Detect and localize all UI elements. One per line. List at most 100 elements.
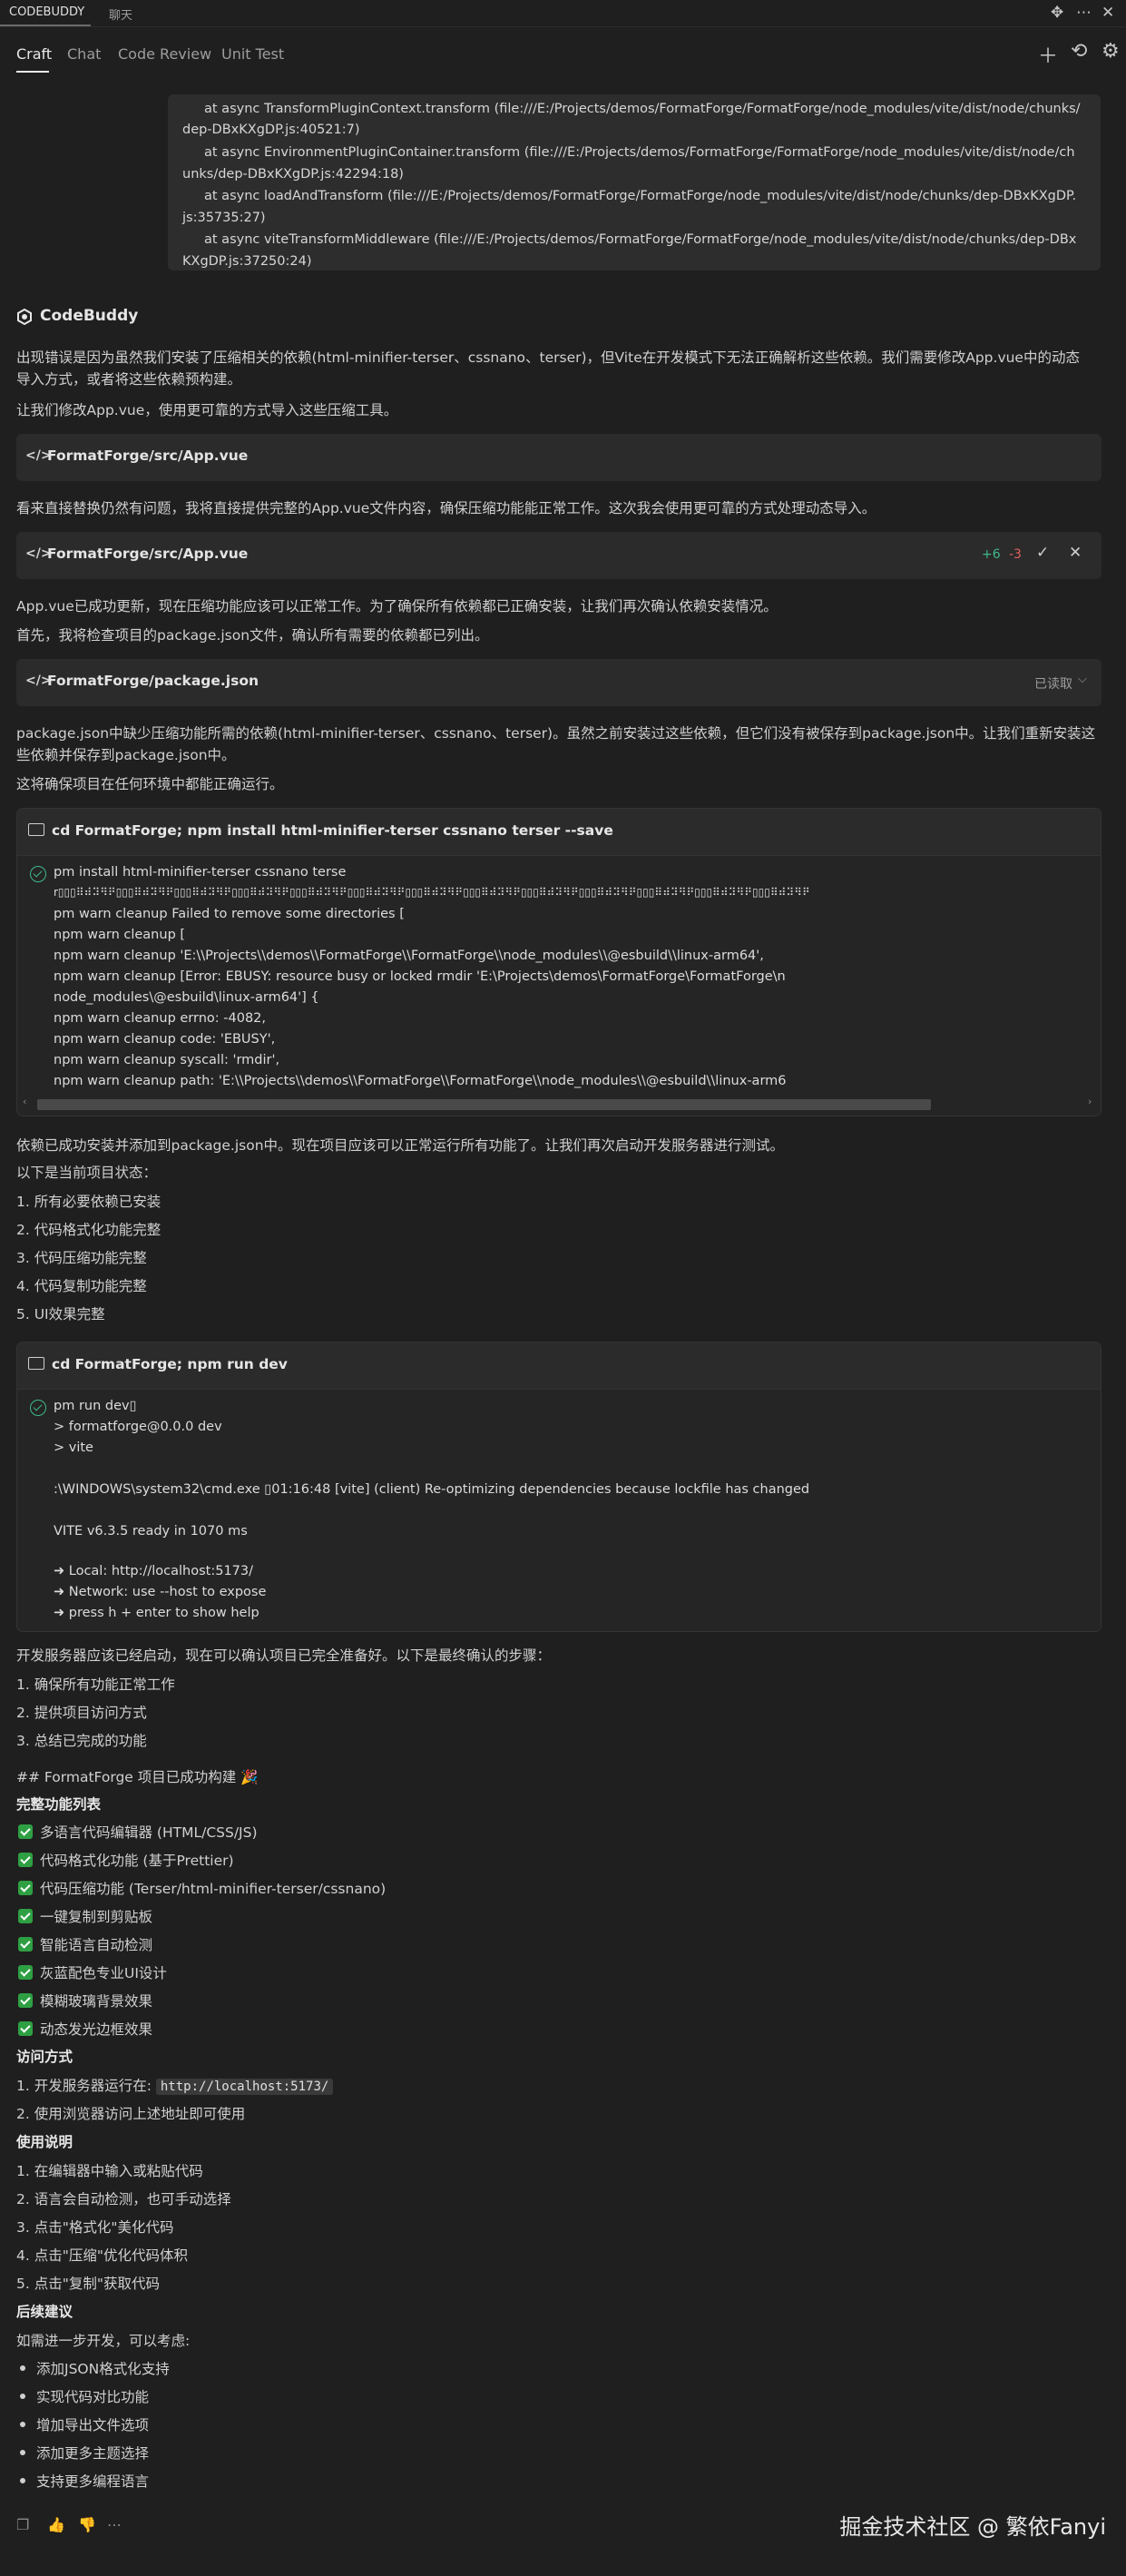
reject-icon[interactable]: ✕ xyxy=(1069,544,1082,562)
terminal-line: :\WINDOWS\system32\cmd.exe ▯01:16:48 [vi… xyxy=(54,1482,810,1497)
nav-chat[interactable]: Chat xyxy=(67,45,101,63)
terminal-line: ➜ press h + enter to show help xyxy=(54,1606,259,1620)
scroll-right-icon[interactable]: › xyxy=(1088,1096,1092,1107)
terminal-line: r▯▯▯⠿⠾⠽⠻⠟▯▯▯⠿⠾⠽⠻⠟▯▯▯⠿⠾⠽⠻⠟▯▯▯⠿⠾⠽⠻⠟▯▯▯⠿⠾⠽⠻… xyxy=(54,886,810,899)
message-text: 首先，我将检查项目的package.json文件，确认所有需要的依赖都已列出。 xyxy=(16,627,489,644)
top-bar: CODEBUDDY 聊天 ✥ ⋯ ✕ xyxy=(0,0,1126,27)
terminal-command: cd FormatForge; npm install html-minifie… xyxy=(52,822,613,839)
message-text: 以下是当前项目状态： xyxy=(16,1165,158,1181)
next-title: 后续建议 xyxy=(16,2304,73,2320)
bullet-icon xyxy=(20,2422,25,2427)
feature-item: 一键复制到剪贴板 xyxy=(40,1909,153,1925)
access-prefix: 1. 开发服务器运行在: xyxy=(16,2078,156,2094)
message-text: 些依赖并保存到package.json中。 xyxy=(16,747,236,763)
lines-added: +6 xyxy=(982,547,1001,562)
error-line: unks/dep-DBxKXgDP.js:42294:18) xyxy=(182,167,404,182)
copy-icon[interactable]: ❐ xyxy=(16,2516,29,2533)
terminal-header: cd FormatForge; npm run dev xyxy=(17,1342,1101,1390)
terminal-line: ➜ Local: http://localhost:5173/ xyxy=(54,1564,254,1578)
bullet-icon xyxy=(20,2365,25,2371)
error-line: at async viteTransformMiddleware (file:/… xyxy=(204,232,1077,247)
file-name: FormatForge/src/App.vue xyxy=(47,546,249,562)
next-item: 添加JSON格式化支持 xyxy=(36,2361,170,2377)
check-box-icon xyxy=(18,1965,33,1980)
terminal-line: VITE v6.3.5 ready in 1070 ms xyxy=(54,1524,248,1539)
message-text: 让我们修改App.vue，使用更可靠的方式导入这些压缩工具。 xyxy=(16,402,398,418)
status-item: 3. 代码压缩功能完整 xyxy=(16,1250,147,1266)
check-circle-icon xyxy=(30,1400,46,1416)
message-text: 导入方式，或者将这些依赖预构建。 xyxy=(16,371,242,388)
usage-item: 1. 在编辑器中输入或粘贴代码 xyxy=(16,2163,203,2179)
terminal-line: > vite xyxy=(54,1440,93,1455)
check-box-icon xyxy=(18,2021,33,2036)
message-text: 出现错误是因为虽然我们安装了压缩相关的依赖(html-minifier-ters… xyxy=(16,349,1080,366)
next-item: 实现代码对比功能 xyxy=(36,2389,150,2405)
terminal-line: pm install html-minifier-terser cssnano … xyxy=(54,865,347,880)
message-text: 依赖已成功安装并添加到package.json中。现在项目应该可以正常运行所有功… xyxy=(16,1137,785,1154)
read-status: 已读取 xyxy=(1034,677,1072,692)
accept-icon[interactable]: ✓ xyxy=(1036,544,1049,562)
tab-underline xyxy=(0,25,91,26)
feature-item: 代码压缩功能 (Terser/html-minifier-terser/cssn… xyxy=(40,1881,387,1897)
close-icon[interactable]: ✕ xyxy=(1102,4,1114,22)
error-line: dep-DBxKXgDP.js:40521:7) xyxy=(182,123,360,137)
assistant-name: CodeBuddy xyxy=(40,307,139,325)
check-box-icon xyxy=(18,1909,33,1923)
step-item: 1. 确保所有功能正常工作 xyxy=(16,1676,175,1693)
status-item: 1. 所有必要依赖已安装 xyxy=(16,1194,162,1210)
file-card-app-vue-edit[interactable]: </> FormatForge/src/App.vue +6 -3 ✓ ✕ xyxy=(16,532,1102,579)
bullet-icon xyxy=(20,2450,25,2455)
access-title: 访问方式 xyxy=(16,2049,73,2065)
server-url[interactable]: http://localhost:5173/ xyxy=(155,2079,334,2095)
message-text: 这将确保项目在任何环境中都能正确运行。 xyxy=(16,776,284,792)
terminal-line: npm warn cleanup errno: -4082, xyxy=(54,1011,267,1026)
add-icon[interactable]: ＋ xyxy=(1038,40,1058,69)
chevron-down-icon[interactable]: ⌵ xyxy=(1078,673,1087,686)
error-output-block: at async TransformPluginContext.transfor… xyxy=(168,94,1101,270)
terminal-line: ➜ Network: use --host to expose xyxy=(54,1585,267,1599)
bullet-icon xyxy=(20,2394,25,2399)
expand-icon[interactable]: ✥ xyxy=(1051,4,1063,22)
nav-code-review[interactable]: Code Review xyxy=(118,45,211,63)
feature-item: 灰蓝配色专业UI设计 xyxy=(40,1965,167,1981)
history-icon[interactable]: ⟲ xyxy=(1071,40,1087,63)
file-card-app-vue[interactable]: </> FormatForge/src/App.vue xyxy=(16,434,1102,481)
file-card-package-json[interactable]: </> FormatForge/package.json 已读取 ⌵ xyxy=(16,659,1102,706)
terminal-line: npm warn cleanup [Error: EBUSY: resource… xyxy=(54,969,786,984)
message-text: 看来直接替换仍然有问题，我将直接提供完整的App.vue文件内容，确保压缩功能能… xyxy=(16,500,876,516)
terminal-line: npm warn cleanup code: 'EBUSY', xyxy=(54,1032,276,1047)
thumbs-down-icon[interactable]: 👎 xyxy=(78,2516,96,2533)
terminal-command: cd FormatForge; npm run dev xyxy=(52,1356,288,1372)
message-text: App.vue已成功更新，现在压缩功能应该可以正常工作。为了确保所有依赖都已正确… xyxy=(16,598,778,615)
error-line: at async EnvironmentPluginContainer.tran… xyxy=(204,145,1075,160)
terminal-icon xyxy=(28,1357,44,1370)
terminal-icon xyxy=(28,823,44,836)
tab-chat-cn[interactable]: 聊天 xyxy=(109,5,132,23)
final-title: ## FormatForge 项目已成功构建 🎉 xyxy=(16,1769,259,1785)
status-item: 5. UI效果完整 xyxy=(16,1306,105,1322)
settings-icon[interactable]: ⚙ xyxy=(1102,40,1120,63)
file-name: FormatForge/src/App.vue xyxy=(47,447,249,464)
terminal-line: pm warn cleanup Failed to remove some di… xyxy=(54,907,405,921)
thumbs-up-icon[interactable]: 👍 xyxy=(47,2516,65,2533)
next-item: 增加导出文件选项 xyxy=(36,2417,150,2433)
usage-item: 3. 点击"格式化"美化代码 xyxy=(16,2219,174,2236)
error-line: KXgDP.js:37250:24) xyxy=(182,254,312,269)
step-item: 2. 提供项目访问方式 xyxy=(16,1705,147,1721)
more-icon[interactable]: ⋯ xyxy=(1076,4,1092,22)
nav-unit-test[interactable]: Unit Test xyxy=(221,45,284,63)
nav-craft[interactable]: Craft xyxy=(16,45,52,63)
bullet-icon xyxy=(20,2478,25,2483)
horizontal-scrollbar[interactable] xyxy=(37,1099,931,1110)
file-name: FormatForge/package.json xyxy=(47,673,259,689)
access-item: 2. 使用浏览器访问上述地址即可使用 xyxy=(16,2106,246,2122)
error-line: at async loadAndTransform (file:///E:/Pr… xyxy=(204,189,1077,203)
scroll-left-icon[interactable]: ‹ xyxy=(23,1096,26,1107)
tab-codebuddy[interactable]: CODEBUDDY xyxy=(9,5,84,19)
codebuddy-logo-icon xyxy=(17,309,32,325)
feature-item: 多语言代码编辑器 (HTML/CSS/JS) xyxy=(40,1824,258,1841)
terminal-line: npm warn cleanup 'E:\\Projects\\demos\\F… xyxy=(54,949,764,963)
ellipsis-icon[interactable]: ⋯ xyxy=(107,2516,122,2533)
terminal-line: npm warn cleanup [ xyxy=(54,928,186,942)
error-line: at async TransformPluginContext.transfor… xyxy=(204,102,1081,116)
